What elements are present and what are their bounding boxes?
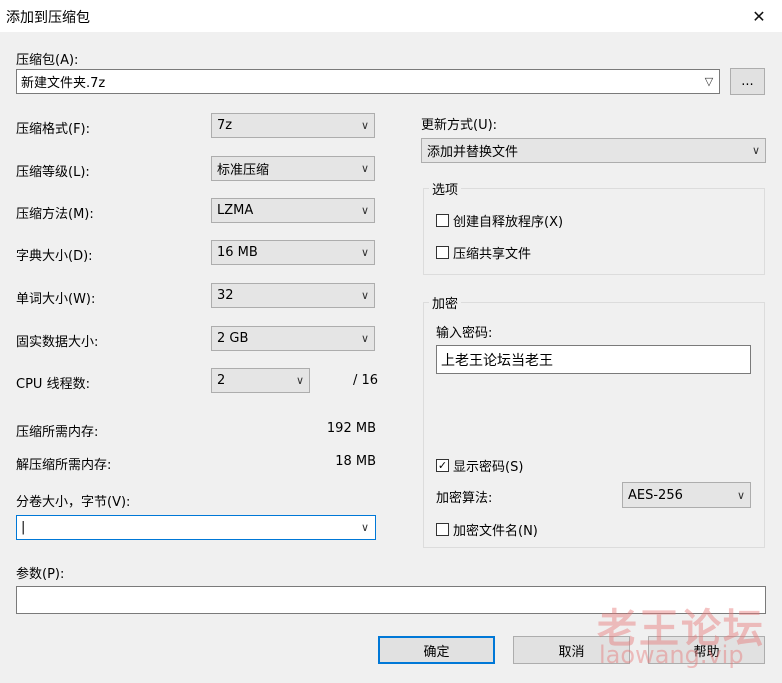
solid-select[interactable]: 2 GB ∨ (211, 326, 375, 351)
level-label: 压缩等级(L): (16, 165, 90, 180)
algorithm-value: AES-256 (628, 487, 683, 503)
chevron-down-icon: ∨ (360, 162, 370, 175)
sfx-checkbox[interactable]: 创建自释放程序(X) (436, 211, 563, 230)
method-value: LZMA (217, 203, 254, 218)
update-select[interactable]: 添加并替换文件 ∨ (421, 138, 766, 163)
volume-size-combo[interactable]: | ∨ (16, 515, 376, 540)
checkbox-box[interactable] (436, 523, 449, 536)
title-bar (0, 0, 782, 32)
password-input[interactable]: 上老王论坛当老王 (436, 345, 751, 374)
chevron-down-icon: ∨ (360, 246, 370, 259)
checkbox-box[interactable] (436, 214, 449, 227)
archive-path-value: 新建文件夹.7z (21, 76, 106, 91)
password-value: 上老王论坛当老王 (441, 352, 553, 369)
chevron-down-icon: ∨ (360, 289, 370, 302)
algorithm-label: 加密算法: (436, 491, 493, 506)
params-label: 参数(P): (16, 567, 65, 582)
update-value: 添加并替换文件 (427, 145, 519, 160)
ok-button[interactable]: 确定 (378, 636, 495, 664)
show-password-label: 显示密码(S) (453, 460, 524, 475)
method-label: 压缩方法(M): (16, 207, 94, 222)
chevron-down-icon: ∨ (736, 488, 746, 502)
encrypt-names-label: 加密文件名(N) (453, 524, 538, 539)
window-title: 添加到压缩包 (6, 10, 90, 26)
word-label: 单词大小(W): (16, 292, 96, 307)
archive-label: 压缩包(A): (16, 53, 79, 68)
format-value: 7z (217, 118, 233, 133)
chevron-down-icon: ∨ (751, 144, 761, 157)
mem-compress-label: 压缩所需内存: (16, 425, 99, 440)
encrypt-names-checkbox[interactable]: 加密文件名(N) (436, 520, 538, 539)
checkbox-box[interactable] (436, 246, 449, 259)
show-password-checkbox[interactable]: ✓ 显示密码(S) (436, 456, 523, 475)
chevron-down-icon: ∨ (360, 119, 370, 132)
level-value: 标准压缩 (217, 163, 270, 178)
watermark-en: laowang.vip (599, 641, 744, 669)
mem-decompress-value: 18 MB (335, 454, 376, 469)
dict-label: 字典大小(D): (16, 249, 93, 264)
threads-select[interactable]: 2 ∨ (211, 368, 310, 393)
sfx-label: 创建自释放程序(X) (453, 215, 564, 230)
chevron-down-icon: ∨ (360, 332, 370, 345)
checkmark-icon[interactable]: ✓ (436, 459, 449, 472)
mem-decompress-label: 解压缩所需内存: (16, 458, 112, 473)
volume-label: 分卷大小，字节(V): (16, 495, 131, 510)
close-icon: ✕ (752, 6, 766, 26)
threads-value: 2 (217, 373, 226, 388)
browse-button[interactable]: ... (730, 68, 765, 95)
volume-size-value: | (21, 520, 26, 535)
shared-files-checkbox[interactable]: 压缩共享文件 (436, 243, 531, 262)
close-button[interactable]: ✕ (736, 0, 782, 32)
threads-label: CPU 线程数: (16, 377, 90, 392)
chevron-down-icon: ∨ (360, 204, 370, 217)
archive-path-combo[interactable]: 新建文件夹.7z ▽ (16, 69, 720, 94)
solid-value: 2 GB (217, 331, 249, 346)
chevron-down-icon[interactable]: ▽ (699, 75, 719, 88)
password-label: 输入密码: (436, 326, 493, 341)
encryption-group-title: 加密 (429, 293, 462, 312)
update-label: 更新方式(U): (421, 118, 498, 133)
chevron-down-icon[interactable]: ∨ (355, 521, 375, 534)
word-select[interactable]: 32 ∨ (211, 283, 375, 308)
shared-files-label: 压缩共享文件 (453, 247, 532, 262)
threads-max: / 16 (353, 373, 379, 388)
mem-compress-value: 192 MB (326, 421, 376, 436)
solid-label: 固实数据大小: (16, 335, 99, 350)
dict-value: 16 MB (217, 245, 258, 260)
level-select[interactable]: 标准压缩 ∨ (211, 156, 375, 181)
algorithm-select[interactable]: AES-256 ∨ (622, 482, 751, 508)
dict-select[interactable]: 16 MB ∨ (211, 240, 375, 265)
chevron-down-icon: ∨ (295, 374, 305, 387)
format-label: 压缩格式(F): (16, 122, 91, 137)
method-select[interactable]: LZMA ∨ (211, 198, 375, 223)
options-group-title: 选项 (429, 179, 462, 198)
word-value: 32 (217, 288, 234, 303)
format-select[interactable]: 7z ∨ (211, 113, 375, 138)
